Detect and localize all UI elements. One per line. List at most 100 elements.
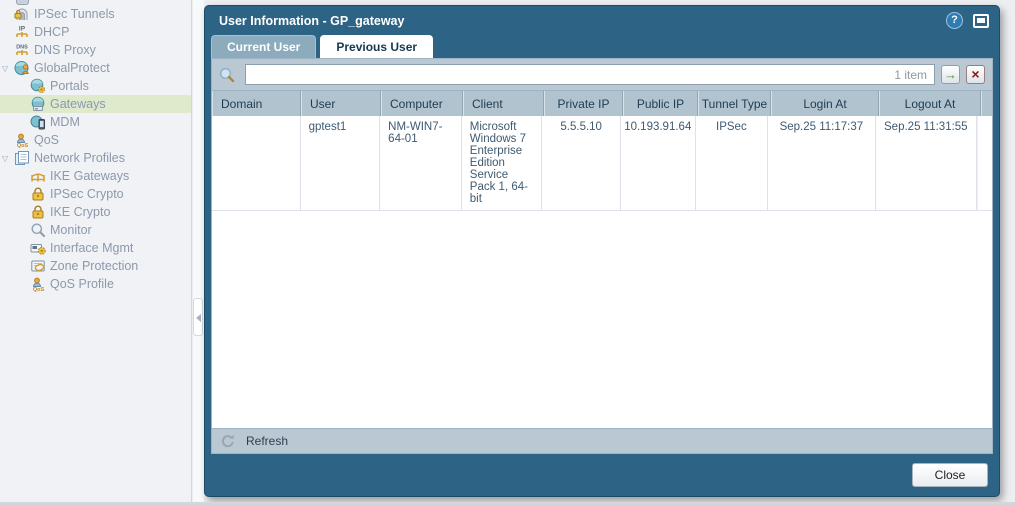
item-count-label: 1 item	[894, 67, 927, 82]
tab-current-user[interactable]: Current User	[211, 35, 317, 58]
svg-text:QoS: QoS	[33, 287, 45, 292]
sidebar-item-dhcp[interactable]: IP DHCP	[0, 23, 191, 41]
minimize-icon[interactable]	[973, 13, 989, 28]
ike-gateways-icon	[30, 168, 46, 184]
mdm-icon	[30, 114, 46, 130]
cell-domain	[212, 116, 301, 210]
close-button[interactable]: Close	[912, 463, 988, 487]
expand-caret-icon[interactable]: ▽	[2, 154, 14, 163]
sidebar-item-label: QoS Profile	[50, 277, 114, 291]
column-header-computer[interactable]: Computer	[381, 91, 463, 116]
sidebar-item-dns-proxy[interactable]: DNS DNS Proxy	[0, 41, 191, 59]
dialog-title: User Information - GP_gateway	[219, 13, 405, 28]
ipsec-tunnels-icon	[14, 6, 30, 22]
column-header-client[interactable]: Client	[463, 91, 544, 116]
sidebar-item-ipsec-crypto[interactable]: IPSec Crypto	[0, 185, 191, 203]
navigation-sidebar: IPSec Tunnels IP DHCP DNS DNS Proxy ▽ Gl…	[0, 0, 192, 502]
user-information-dialog: User Information - GP_gateway ? Current …	[204, 5, 1000, 497]
collapse-left-icon	[196, 314, 201, 322]
search-icon	[219, 67, 235, 83]
tab-bar: Current User Previous User	[205, 35, 999, 58]
svg-text:IP: IP	[19, 26, 26, 33]
sidebar-collapse-handle[interactable]	[193, 298, 203, 336]
portals-icon	[30, 78, 46, 94]
sidebar-splitter[interactable]	[193, 0, 204, 502]
sidebar-item-label: IPSec Tunnels	[34, 7, 115, 21]
cell-user: gptest1	[301, 116, 381, 210]
dns-proxy-icon: DNS	[14, 42, 30, 58]
column-header-domain[interactable]: Domain	[212, 91, 301, 116]
sidebar-item-label: Interface Mgmt	[50, 241, 134, 255]
sidebar-item-zone-protection[interactable]: Zone Protection	[0, 257, 191, 275]
table-row[interactable]: gptest1 NM-WIN7-64-01 Microsoft Windows …	[212, 116, 992, 211]
sidebar-item-ike-gateways[interactable]: IKE Gateways	[0, 167, 191, 185]
table-header-row: Domain User Computer Client Private IP P…	[212, 91, 992, 116]
gateways-icon	[30, 96, 46, 112]
sidebar-item-qos-profile[interactable]: QoS QoS Profile	[0, 275, 191, 293]
sidebar-item-label: GlobalProtect	[34, 61, 110, 75]
dhcp-icon: IP	[14, 24, 30, 40]
expand-caret-icon[interactable]: ▽	[2, 64, 14, 73]
table-body: gptest1 NM-WIN7-64-01 Microsoft Windows …	[212, 116, 992, 428]
interface-mgmt-icon	[30, 240, 46, 256]
sidebar-item-label: Zone Protection	[50, 259, 139, 273]
column-header-logout-at[interactable]: Logout At	[879, 91, 981, 116]
sidebar-item-globalprotect[interactable]: ▽ GlobalProtect	[0, 59, 191, 77]
sidebar-item-label: MDM	[50, 115, 80, 129]
tab-previous-user[interactable]: Previous User	[320, 35, 434, 58]
sidebar-item-qos[interactable]: QoS QoS	[0, 131, 191, 149]
ike-crypto-icon	[30, 204, 46, 220]
sidebar-item-label: QoS	[34, 133, 60, 147]
apply-filter-button[interactable]: →	[941, 65, 960, 84]
refresh-icon	[220, 433, 236, 449]
cell-client: Microsoft Windows 7 Enterprise Edition S…	[462, 116, 543, 210]
network-profiles-icon	[14, 150, 30, 166]
globalprotect-icon	[14, 60, 30, 76]
sidebar-item-label: IPSec Crypto	[50, 187, 124, 201]
help-icon[interactable]: ?	[946, 12, 963, 29]
dialog-title-bar: User Information - GP_gateway ?	[205, 6, 999, 35]
svg-text:DNS: DNS	[16, 45, 28, 51]
qos-icon: QoS	[14, 132, 30, 148]
column-header-user[interactable]: User	[301, 91, 381, 116]
sidebar-item-monitor[interactable]: Monitor	[0, 221, 191, 239]
cell-computer: NM-WIN7-64-01	[380, 116, 462, 210]
qos-profile-icon: QoS	[30, 276, 46, 292]
column-header-public-ip[interactable]: Public IP	[623, 91, 698, 116]
clipped-sidebar-icon	[16, 0, 29, 5]
tab-content-panel: 1 item → × Domain User Computer Client P…	[211, 58, 993, 454]
sidebar-item-ike-crypto[interactable]: IKE Crypto	[0, 203, 191, 221]
search-input[interactable]: 1 item	[245, 64, 935, 85]
cell-logout-at: Sep.25 11:31:55	[876, 116, 978, 210]
ipsec-crypto-icon	[30, 186, 46, 202]
sidebar-item-label: DHCP	[34, 25, 70, 39]
column-header-private-ip[interactable]: Private IP	[544, 91, 623, 116]
refresh-label: Refresh	[246, 434, 289, 448]
sidebar-item-label: IKE Gateways	[50, 169, 130, 183]
cell-public-ip: 10.193.91.64	[621, 116, 696, 210]
sidebar-item-gateways[interactable]: Gateways	[0, 95, 191, 113]
cell-filler	[977, 116, 992, 210]
sidebar-item-label: IKE Crypto	[50, 205, 111, 219]
column-header-tunnel-type[interactable]: Tunnel Type	[698, 91, 771, 116]
cell-tunnel-type: IPSec	[696, 116, 769, 210]
sidebar-item-ipsec-tunnels[interactable]: IPSec Tunnels	[0, 5, 191, 23]
clear-filter-button[interactable]: ×	[966, 65, 985, 84]
sidebar-item-mdm[interactable]: MDM	[0, 113, 191, 131]
sidebar-item-network-profiles[interactable]: ▽ Network Profiles	[0, 149, 191, 167]
sidebar-item-interface-mgmt[interactable]: Interface Mgmt	[0, 239, 191, 257]
monitor-icon	[30, 222, 46, 238]
cell-login-at: Sep.25 11:17:37	[768, 116, 876, 210]
zone-protection-icon	[30, 258, 46, 274]
column-header-login-at[interactable]: Login At	[771, 91, 879, 116]
sidebar-item-label: Portals	[50, 79, 89, 93]
sidebar-item-portals[interactable]: Portals	[0, 77, 191, 95]
sidebar-list: IPSec Tunnels IP DHCP DNS DNS Proxy ▽ Gl…	[0, 0, 191, 293]
column-header-filler	[981, 91, 992, 116]
sidebar-item-label: DNS Proxy	[34, 43, 96, 57]
refresh-bar[interactable]: Refresh	[212, 428, 992, 453]
sidebar-item-label: Gateways	[50, 97, 106, 111]
search-toolbar: 1 item → ×	[212, 59, 992, 91]
sidebar-item-label: Network Profiles	[34, 151, 125, 165]
svg-text:QoS: QoS	[17, 143, 29, 148]
